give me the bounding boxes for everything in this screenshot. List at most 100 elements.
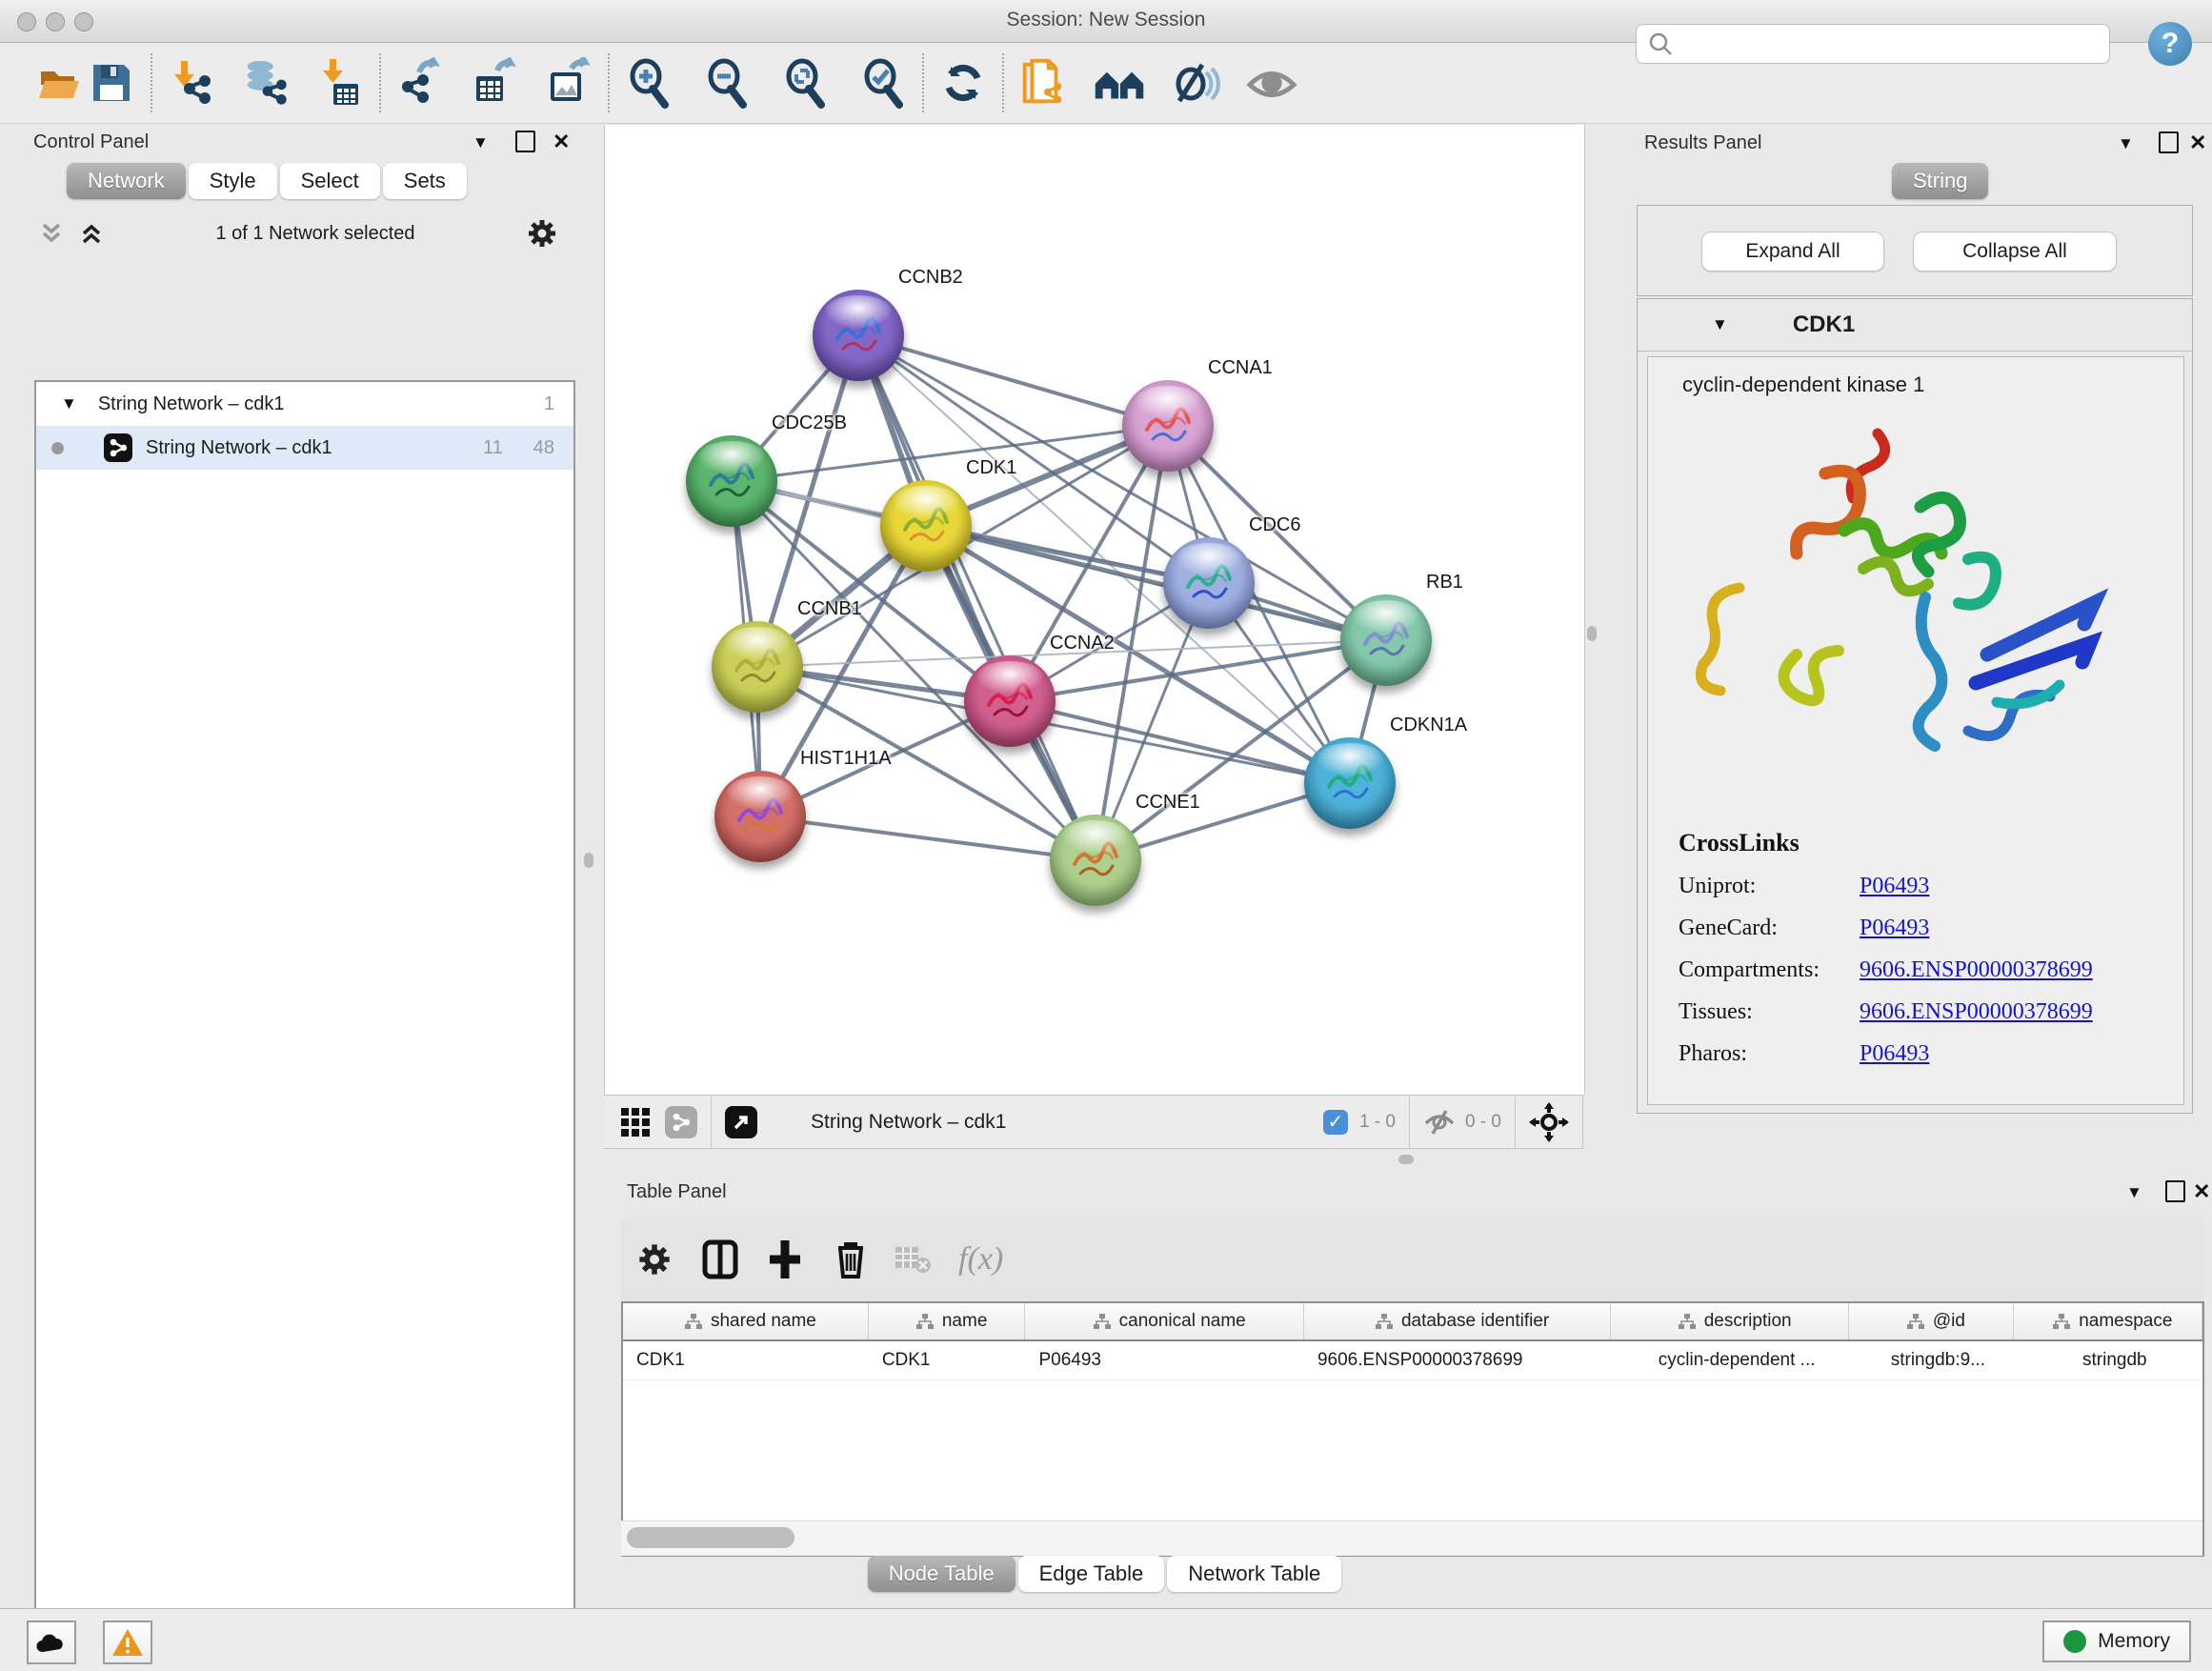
function-builder-icon[interactable]: f(x) bbox=[958, 1241, 1003, 1278]
table-panel-float-menu-icon[interactable]: ▼ bbox=[2126, 1183, 2142, 1202]
tab-network[interactable]: Network bbox=[67, 163, 186, 199]
control-panel-close-icon[interactable]: ✕ bbox=[553, 130, 570, 154]
show-columns-icon[interactable] bbox=[701, 1238, 739, 1280]
network-collection-row[interactable]: ▼ String Network – cdk1 1 bbox=[36, 382, 573, 426]
gear-icon[interactable] bbox=[526, 217, 558, 250]
table-hscrollbar[interactable] bbox=[621, 1520, 2202, 1556]
home-button[interactable] bbox=[1094, 57, 1145, 109]
zoom-out-button[interactable] bbox=[701, 57, 753, 109]
export-network-button[interactable] bbox=[394, 57, 446, 109]
left-splitter-handle[interactable] bbox=[584, 853, 593, 868]
crosslink-value-link[interactable]: P06493 bbox=[1860, 916, 1929, 941]
network-node-CCNB2[interactable] bbox=[813, 290, 904, 381]
birds-eye-grid-icon[interactable] bbox=[619, 1106, 652, 1138]
cloud-button[interactable] bbox=[27, 1621, 76, 1664]
hide-glasses-button[interactable] bbox=[1170, 57, 1221, 109]
zoom-fit-button[interactable] bbox=[779, 57, 831, 109]
cdk1-collapse-icon[interactable]: ▼ bbox=[1712, 315, 1728, 334]
hidden-eye-slash-icon[interactable] bbox=[1423, 1108, 1456, 1137]
table-cell[interactable]: CDK1 bbox=[623, 1341, 869, 1379]
selected-checkbox[interactable]: ✓ bbox=[1323, 1110, 1348, 1135]
results-panel-float-menu-icon[interactable]: ▼ bbox=[2118, 134, 2134, 153]
collapse-all-icon[interactable] bbox=[38, 221, 65, 246]
warnings-button[interactable] bbox=[103, 1621, 152, 1664]
help-button[interactable]: ? bbox=[2148, 22, 2192, 66]
import-network-file-button[interactable] bbox=[166, 57, 217, 109]
tab-edge-table[interactable]: Edge Table bbox=[1018, 1556, 1165, 1592]
network-node-RB1[interactable] bbox=[1340, 594, 1432, 686]
duplicate-network-button[interactable] bbox=[1017, 57, 1069, 109]
control-panel-float-menu-icon[interactable]: ▼ bbox=[473, 133, 489, 152]
network-node-CDC6[interactable] bbox=[1163, 537, 1255, 629]
open-session-button[interactable] bbox=[34, 57, 86, 109]
crosslink-value-link[interactable]: P06493 bbox=[1860, 874, 1929, 899]
save-session-button[interactable] bbox=[86, 57, 137, 109]
column-header-description[interactable]: description bbox=[1611, 1303, 1849, 1339]
table-cell[interactable]: stringdb bbox=[2014, 1341, 2202, 1379]
open-in-new-window-icon[interactable] bbox=[725, 1106, 757, 1138]
column-header-canonical-name[interactable]: canonical name bbox=[1025, 1303, 1304, 1339]
tab-select[interactable]: Select bbox=[280, 163, 380, 199]
column-header--id[interactable]: @id bbox=[1849, 1303, 2014, 1339]
fit-crosshair-icon[interactable] bbox=[1529, 1102, 1569, 1142]
network-node-CCNA2[interactable] bbox=[964, 655, 1056, 747]
delete-column-icon[interactable] bbox=[833, 1238, 869, 1280]
network-node-CCNB1[interactable] bbox=[712, 621, 803, 713]
crosslink-value-link[interactable]: 9606.ENSP00000378699 bbox=[1860, 999, 2093, 1025]
delete-table-icon[interactable] bbox=[894, 1243, 932, 1276]
expand-all-button[interactable]: Expand All bbox=[1701, 232, 1884, 272]
table-row[interactable]: CDK1CDK1P064939606.ENSP00000378699cyclin… bbox=[623, 1341, 2202, 1380]
tab-node-table[interactable]: Node Table bbox=[868, 1556, 1016, 1592]
export-image-button[interactable] bbox=[543, 57, 594, 109]
column-header-namespace[interactable]: namespace bbox=[2014, 1303, 2202, 1339]
crosslink-value-link[interactable]: 9606.ENSP00000378699 bbox=[1860, 957, 2093, 983]
zoom-in-button[interactable] bbox=[623, 57, 674, 109]
tab-style[interactable]: Style bbox=[189, 163, 277, 199]
bottom-splitter-handle[interactable] bbox=[1398, 1155, 1414, 1164]
results-panel-close-icon[interactable]: ✕ bbox=[2189, 131, 2206, 155]
network-node-CDC25B[interactable] bbox=[686, 435, 777, 527]
network-node-CCNA1[interactable] bbox=[1122, 380, 1214, 472]
crosslink-value-link[interactable]: P06493 bbox=[1860, 1041, 1929, 1067]
expand-all-icon[interactable] bbox=[78, 221, 105, 246]
table-panel-float-icon[interactable] bbox=[2165, 1180, 2185, 1208]
table-hscrollbar-thumb[interactable] bbox=[627, 1527, 794, 1548]
string-network-badge-icon[interactable] bbox=[665, 1106, 697, 1138]
column-header-shared-name[interactable]: shared name bbox=[623, 1303, 869, 1339]
refresh-button[interactable] bbox=[937, 57, 989, 109]
network-node-CDKN1A[interactable] bbox=[1304, 737, 1396, 829]
node-label-CCNB2: CCNB2 bbox=[898, 267, 963, 289]
node-table[interactable]: shared namenamecanonical namedatabase id… bbox=[621, 1301, 2204, 1557]
add-column-icon[interactable] bbox=[766, 1238, 804, 1280]
table-gear-icon[interactable] bbox=[636, 1241, 673, 1278]
import-table-button[interactable] bbox=[314, 57, 366, 109]
import-network-database-button[interactable] bbox=[240, 57, 292, 109]
zoom-selected-button[interactable] bbox=[857, 57, 909, 109]
table-cell[interactable]: CDK1 bbox=[869, 1341, 1026, 1379]
column-header-name[interactable]: name bbox=[869, 1303, 1026, 1339]
toolbar-search-field[interactable] bbox=[1636, 24, 2110, 64]
show-eye-button[interactable] bbox=[1246, 57, 1297, 109]
collection-expand-icon[interactable]: ▼ bbox=[61, 394, 77, 413]
table-cell[interactable]: stringdb:9... bbox=[1849, 1341, 2014, 1379]
control-panel-float-icon[interactable] bbox=[515, 131, 535, 158]
right-splitter-handle[interactable] bbox=[1587, 626, 1597, 641]
tab-string[interactable]: String bbox=[1892, 163, 1988, 199]
memory-button[interactable]: Memory bbox=[2042, 1621, 2191, 1662]
search-input[interactable] bbox=[1673, 32, 2109, 55]
results-panel-float-icon[interactable] bbox=[2159, 131, 2179, 159]
network-node-CDK1[interactable] bbox=[880, 480, 972, 572]
network-canvas[interactable]: CCNB2CCNA1CDC25BCDK1CDC6RB1CCNB1CCNA2CDK… bbox=[604, 125, 1585, 1095]
network-row-selected[interactable]: String Network – cdk1 11 48 bbox=[36, 426, 573, 470]
tab-network-table[interactable]: Network Table bbox=[1167, 1556, 1341, 1592]
table-cell[interactable]: 9606.ENSP00000378699 bbox=[1304, 1341, 1611, 1379]
network-node-HIST1H1A[interactable] bbox=[714, 771, 806, 862]
table-panel-close-icon[interactable]: ✕ bbox=[2193, 1179, 2210, 1204]
table-cell[interactable]: P06493 bbox=[1025, 1341, 1304, 1379]
export-table-button[interactable] bbox=[469, 57, 520, 109]
column-header-database-identifier[interactable]: database identifier bbox=[1304, 1303, 1611, 1339]
network-node-CCNE1[interactable] bbox=[1050, 815, 1141, 906]
tab-sets[interactable]: Sets bbox=[383, 163, 467, 199]
collapse-all-button[interactable]: Collapse All bbox=[1913, 232, 2117, 272]
table-cell[interactable]: cyclin-dependent ... bbox=[1611, 1341, 1849, 1379]
